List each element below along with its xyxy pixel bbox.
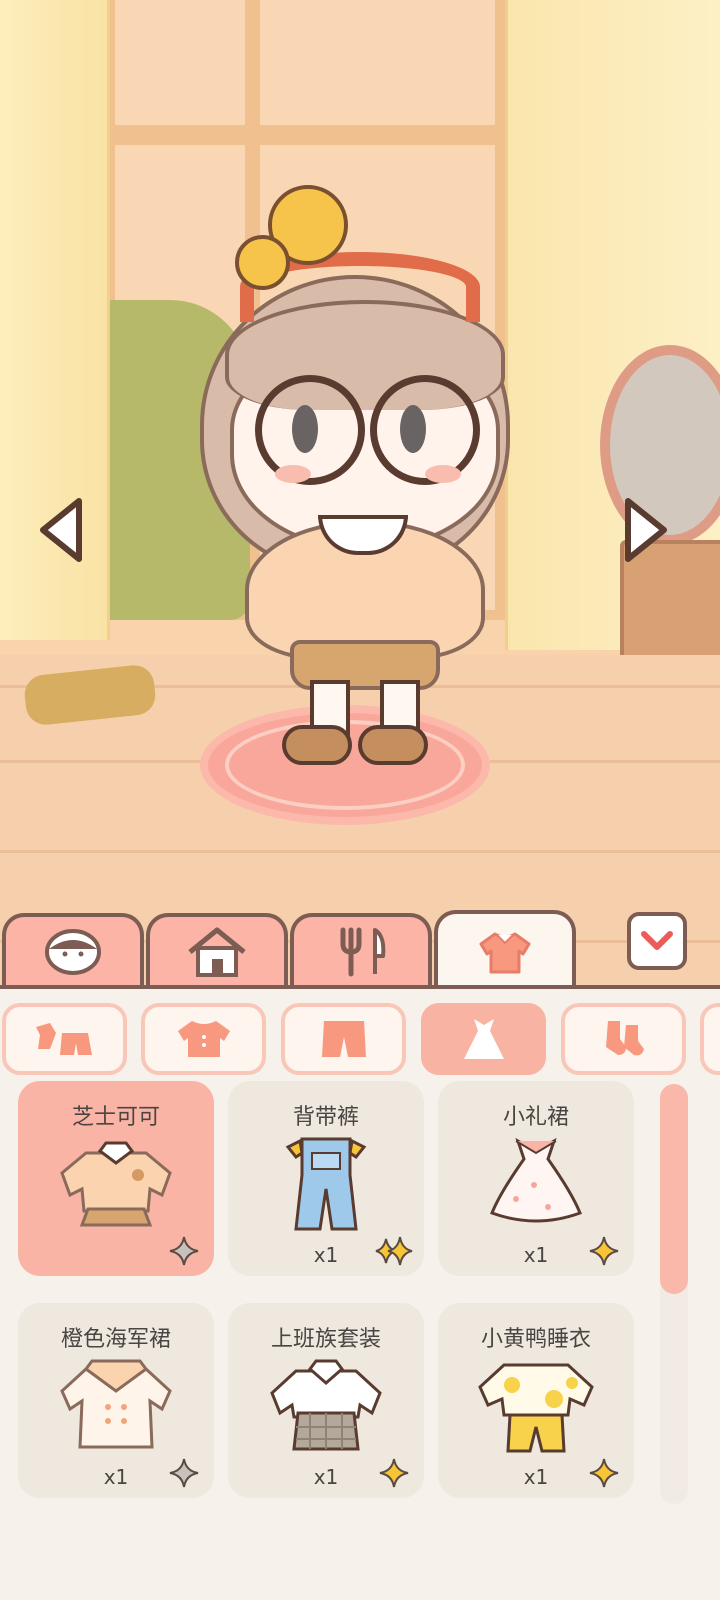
- item-card[interactable]: 芝士可可: [18, 1081, 214, 1276]
- fork-knife-icon: [340, 927, 386, 977]
- shirt-icon: [479, 932, 531, 974]
- item-card[interactable]: 小黄鸭睡衣 x1: [438, 1303, 634, 1498]
- subtab-more[interactable]: [700, 1003, 720, 1075]
- chevron-left-icon[interactable]: [35, 495, 85, 565]
- overalls-icon: [285, 1137, 367, 1231]
- subtab-tops[interactable]: [141, 1003, 266, 1075]
- item-title: 小黄鸭睡衣: [480, 1327, 591, 1352]
- chevron-right-icon[interactable]: [622, 495, 672, 565]
- office-outfit-icon: [270, 1359, 382, 1451]
- character[interactable]: [200, 180, 530, 780]
- item-card[interactable]: 小礼裙 x1: [438, 1081, 634, 1276]
- outfit-set-icon: [35, 1023, 92, 1055]
- tab-food[interactable]: [290, 913, 432, 987]
- category-tabs: [0, 910, 720, 992]
- socks-icon: [605, 1021, 644, 1056]
- tab-face[interactable]: [2, 913, 144, 987]
- wardrobe-panel: 芝士可可 背带裤 x1 小礼裙 x1 橙色海军裙 x1 上班族套装 x1 小黄鸭…: [0, 989, 720, 1600]
- little-dress-icon: [490, 1137, 582, 1223]
- collapse-button[interactable]: [627, 912, 687, 970]
- subtab-socks[interactable]: [561, 1003, 686, 1075]
- item-title: 背带裤: [292, 1105, 359, 1130]
- gray-star-icon: [169, 1236, 199, 1266]
- item-title: 上班族套装: [270, 1327, 381, 1352]
- chevron-down-icon: [641, 931, 673, 950]
- subtab-bottoms[interactable]: [281, 1003, 406, 1075]
- sub-category-tabs: [0, 997, 720, 1075]
- top-icon: [177, 1021, 230, 1057]
- item-card[interactable]: 上班族套装 x1: [228, 1303, 424, 1498]
- scrollbar-thumb[interactable]: [660, 1084, 688, 1294]
- item-grid: 芝士可可 背带裤 x1 小礼裙 x1 橙色海军裙 x1 上班族套装 x1 小黄鸭…: [18, 1081, 638, 1600]
- double-gold-star-icon: [375, 1236, 413, 1266]
- shoe: [282, 725, 352, 765]
- item-title: 芝士可可: [71, 1105, 160, 1130]
- pants-icon: [321, 1021, 366, 1057]
- gold-star-icon: [589, 1236, 619, 1266]
- tab-home[interactable]: [146, 913, 288, 987]
- face-icon: [45, 929, 101, 975]
- tab-clothes[interactable]: [434, 910, 576, 992]
- orange-sailor-dress-icon: [60, 1359, 172, 1449]
- glasses: [255, 375, 365, 485]
- subtab-dresses[interactable]: [421, 1003, 546, 1075]
- item-title: 小礼裙: [502, 1105, 569, 1130]
- gold-star-icon: [379, 1458, 409, 1488]
- duck-pajamas-icon: [478, 1363, 594, 1453]
- item-card[interactable]: 橙色海军裙 x1: [18, 1303, 214, 1498]
- gold-star-icon: [589, 1458, 619, 1488]
- house-icon: [188, 927, 246, 977]
- dress-icon: [463, 1019, 504, 1059]
- cheese-cocoa-outfit-icon: [60, 1141, 172, 1227]
- subtab-all[interactable]: [2, 1003, 127, 1075]
- item-title: 橙色海军裙: [60, 1327, 171, 1352]
- gray-star-icon: [169, 1458, 199, 1488]
- item-card[interactable]: 背带裤 x1: [228, 1081, 424, 1276]
- room-scene: [0, 0, 720, 1000]
